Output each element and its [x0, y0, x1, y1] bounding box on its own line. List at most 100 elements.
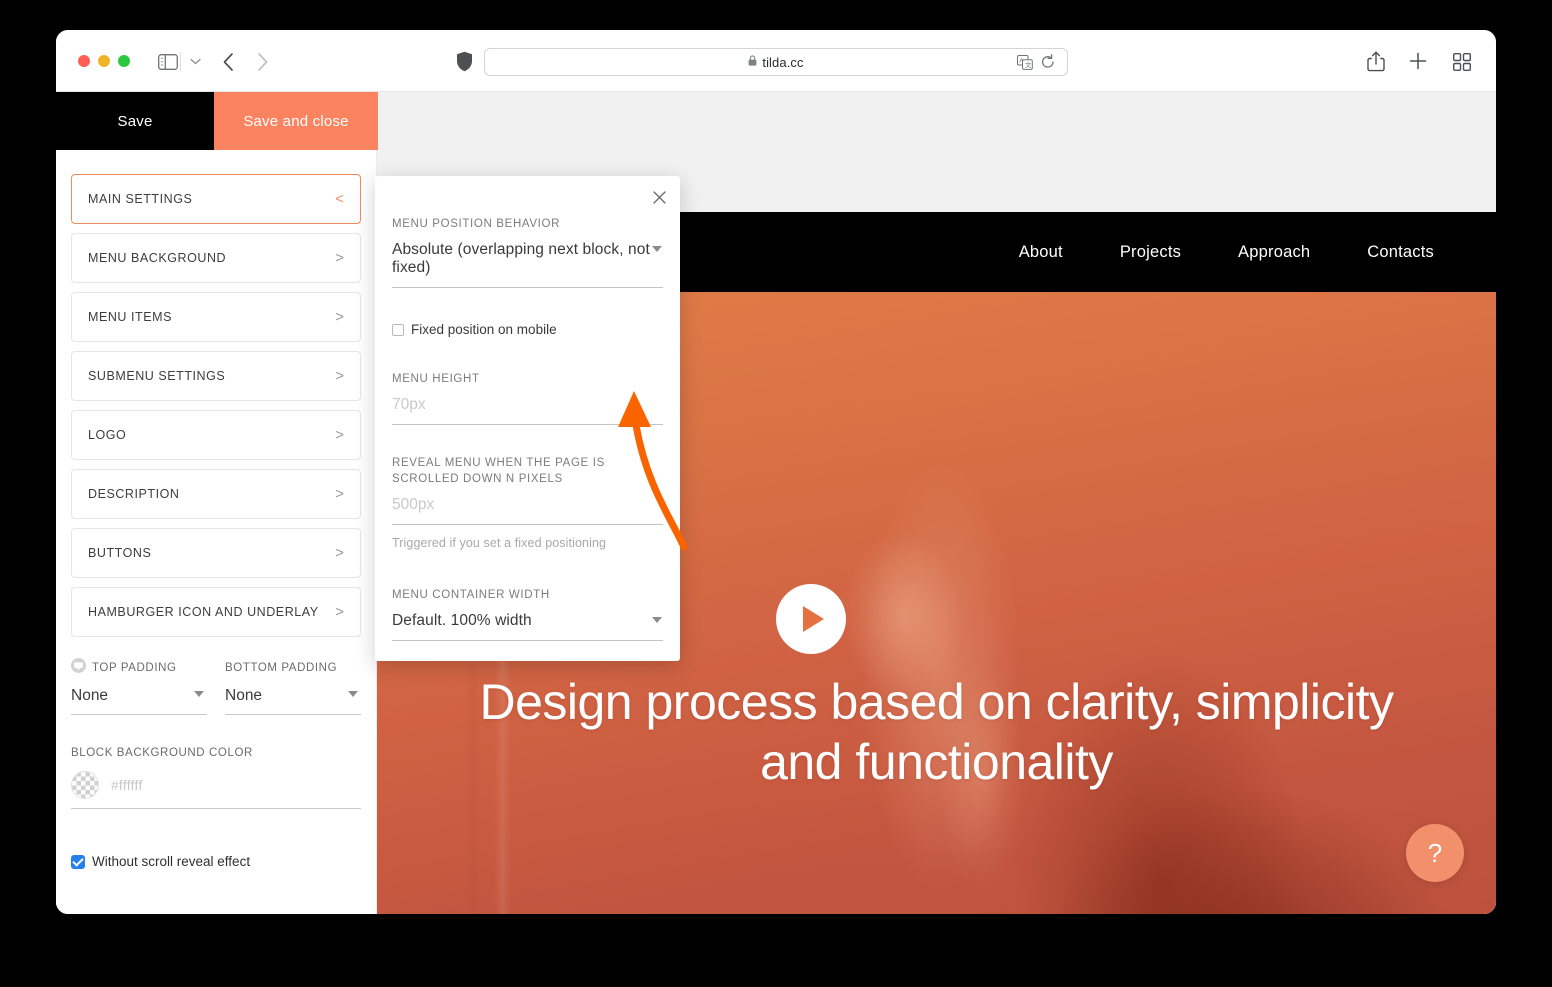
menu-height-input[interactable]: 70px: [392, 396, 663, 425]
accordion-label: LOGO: [88, 428, 127, 442]
menu-settings-popup: MENU POSITION BEHAVIOR Absolute (overlap…: [375, 176, 680, 661]
shield-icon[interactable]: [454, 49, 474, 73]
bottom-padding-label: BOTTOM PADDING: [225, 662, 338, 674]
menu-container-width-label: MENU CONTAINER WIDTH: [392, 589, 550, 601]
top-padding-control: TOP PADDING None: [71, 658, 207, 715]
hero-title: Design process based on clarity, simplic…: [479, 674, 1394, 790]
traffic-lights: [78, 55, 130, 67]
chevron-right-icon: >: [335, 249, 344, 267]
scroll-reveal-label: Without scroll reveal effect: [92, 854, 251, 869]
back-button[interactable]: [216, 50, 240, 74]
sidebar-item-logo[interactable]: LOGO >: [71, 410, 361, 460]
monitor-icon: [71, 658, 86, 678]
accordion-label: MAIN SETTINGS: [88, 192, 193, 206]
accordion-label: HAMBURGER ICON AND UNDERLAY: [88, 605, 319, 619]
menu-position-behavior-label: MENU POSITION BEHAVIOR: [392, 218, 561, 230]
editor-topbar: Save Save and close: [56, 92, 1496, 150]
close-window-button[interactable]: [78, 55, 90, 67]
play-icon: [803, 606, 824, 632]
grid-icon[interactable]: [1452, 52, 1472, 72]
sidebar-item-main-settings[interactable]: MAIN SETTINGS <: [71, 174, 361, 224]
color-input-placeholder: #ffffff: [111, 777, 143, 793]
caret-down-icon: [194, 691, 204, 697]
sidebar-icon[interactable]: [156, 52, 180, 72]
lock-icon: [748, 55, 757, 69]
bottom-padding-control: BOTTOM PADDING None: [225, 659, 361, 715]
save-and-close-button[interactable]: Save and close: [214, 92, 378, 150]
sidebar-item-menu-background[interactable]: MENU BACKGROUND >: [71, 233, 361, 283]
sidebar-item-buttons[interactable]: BUTTONS >: [71, 528, 361, 578]
minimize-window-button[interactable]: [98, 55, 110, 67]
fixed-position-mobile-label: Fixed position on mobile: [411, 322, 557, 337]
bottom-padding-header: BOTTOM PADDING: [225, 659, 361, 677]
chevron-right-icon: >: [335, 485, 344, 503]
caret-down-icon: [652, 617, 662, 623]
top-padding-select[interactable]: None: [71, 687, 207, 715]
editor-body: MAIN SETTINGS < MENU BACKGROUND > MENU I…: [56, 150, 1496, 914]
menu-container-width-select[interactable]: Default. 100% width: [392, 612, 663, 641]
maximize-window-button[interactable]: [118, 55, 130, 67]
share-icon[interactable]: [1366, 50, 1386, 72]
play-button[interactable]: [776, 584, 846, 654]
chevron-right-icon: >: [335, 367, 344, 385]
accordion-list: MAIN SETTINGS < MENU BACKGROUND > MENU I…: [56, 150, 376, 637]
accordion-label: MENU ITEMS: [88, 310, 172, 324]
menu-position-behavior-select[interactable]: Absolute (overlapping next block, not fi…: [392, 241, 663, 288]
sidebar-item-submenu-settings[interactable]: SUBMENU SETTINGS >: [71, 351, 361, 401]
nav-link-about[interactable]: About: [1019, 243, 1063, 262]
browser-window: tilda.cc A 文 Save Save and close MAIN SE…: [56, 30, 1496, 914]
sidebar-item-hamburger-icon-and-underlay[interactable]: HAMBURGER ICON AND UNDERLAY >: [71, 587, 361, 637]
bottom-padding-select[interactable]: None: [225, 687, 361, 715]
help-button[interactable]: ?: [1406, 824, 1464, 882]
chevron-left-icon: <: [335, 190, 344, 208]
reveal-menu-label: REVEAL MENU WHEN THE PAGE IS SCROLLED DO…: [392, 457, 605, 485]
fixed-position-mobile-checkbox[interactable]: [392, 323, 404, 336]
color-swatch[interactable]: [71, 771, 99, 799]
nav-link-approach[interactable]: Approach: [1238, 243, 1310, 262]
accordion-label: BUTTONS: [88, 546, 152, 560]
menu-height-label: MENU HEIGHT: [392, 373, 480, 385]
accordion-label: SUBMENU SETTINGS: [88, 369, 226, 383]
chevron-right-icon: >: [335, 544, 344, 562]
chevron-right-icon: >: [335, 426, 344, 444]
reveal-menu-hint: Triggered if you set a fixed positioning: [392, 536, 607, 550]
scroll-reveal-checkbox[interactable]: [71, 854, 85, 869]
popup-content: MENU POSITION BEHAVIOR Absolute (overlap…: [375, 176, 680, 641]
toolbar-divider: [180, 52, 181, 72]
reveal-menu-placeholder: 500px: [392, 496, 435, 513]
sidebar-item-menu-items[interactable]: MENU ITEMS >: [71, 292, 361, 342]
forward-button[interactable]: [250, 50, 274, 74]
sidebar-item-description[interactable]: DESCRIPTION >: [71, 469, 361, 519]
caret-down-icon: [348, 691, 358, 697]
block-background-color-control: BLOCK BACKGROUND COLOR #ffffff: [56, 747, 376, 809]
accordion-label: DESCRIPTION: [88, 487, 180, 501]
reveal-menu-input[interactable]: 500px: [392, 496, 663, 525]
nav-link-contacts[interactable]: Contacts: [1367, 243, 1434, 262]
fixed-position-on-mobile-row[interactable]: Fixed position on mobile: [392, 322, 663, 337]
menu-position-behavior-value: Absolute (overlapping next block, not fi…: [392, 241, 650, 276]
padding-controls: TOP PADDING None BOTTOM PADDING None: [56, 658, 376, 715]
close-icon[interactable]: [650, 188, 668, 206]
accordion-label: MENU BACKGROUND: [88, 251, 227, 265]
menu-container-width-value: Default. 100% width: [392, 612, 532, 629]
reload-icon[interactable]: [1041, 54, 1055, 70]
caret-down-icon: [652, 246, 662, 252]
svg-text:文: 文: [1025, 60, 1032, 69]
block-background-color-label: BLOCK BACKGROUND COLOR: [71, 747, 253, 759]
top-padding-value: None: [71, 687, 109, 704]
translate-icon[interactable]: A 文: [1017, 55, 1033, 70]
menu-height-placeholder: 70px: [392, 396, 426, 413]
without-scroll-reveal-effect-row[interactable]: Without scroll reveal effect: [56, 854, 376, 869]
top-padding-label: TOP PADDING: [92, 662, 177, 674]
chevron-down-icon[interactable]: [188, 54, 202, 68]
block-background-color-field[interactable]: #ffffff: [71, 771, 361, 809]
plus-icon[interactable]: [1408, 50, 1428, 72]
nav-link-projects[interactable]: Projects: [1120, 243, 1181, 262]
bottom-padding-value: None: [225, 687, 263, 704]
url-text: tilda.cc: [762, 54, 804, 70]
settings-panel: MAIN SETTINGS < MENU BACKGROUND > MENU I…: [56, 150, 377, 914]
browser-toolbar: tilda.cc A 文: [56, 30, 1496, 92]
chevron-right-icon: >: [335, 308, 344, 326]
save-button[interactable]: Save: [56, 92, 214, 150]
address-bar[interactable]: tilda.cc A 文: [484, 48, 1068, 76]
